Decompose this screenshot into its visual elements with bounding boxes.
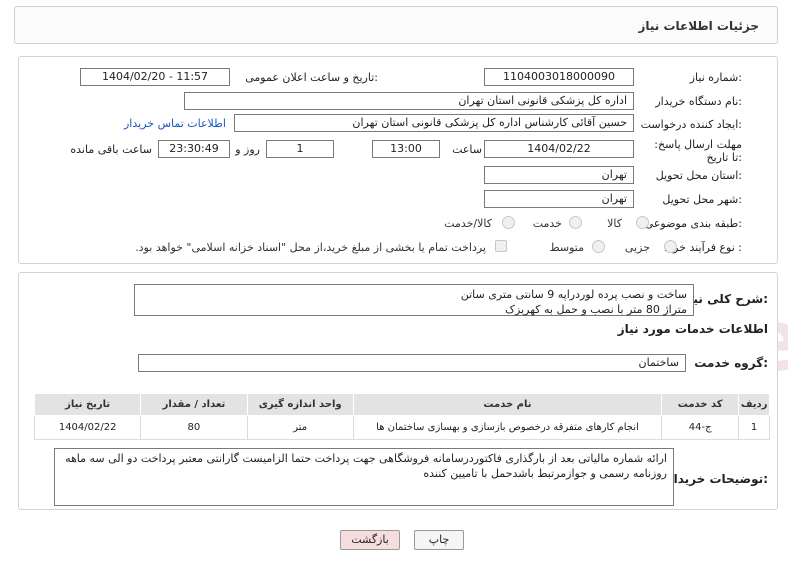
services-heading: اطلاعات خدمات مورد نیاز bbox=[617, 322, 768, 336]
page-header: جزئیات اطلاعات نیاز bbox=[14, 6, 778, 44]
category-label: طبقه بندی موضوعی: bbox=[644, 217, 742, 230]
buyer-notes-label: توضیحات خریدار: bbox=[666, 472, 768, 486]
process-radio-medium[interactable] bbox=[592, 240, 605, 253]
process-radio-minor[interactable] bbox=[664, 240, 677, 253]
cell-unit: متر bbox=[246, 415, 354, 440]
col-service-name: نام خدمت bbox=[352, 393, 663, 416]
deadline-time-field: 13:00 bbox=[372, 140, 440, 158]
need-number-label: شماره نیاز: bbox=[689, 71, 742, 84]
cell-service-code: ج-44 bbox=[661, 415, 740, 440]
back-button[interactable]: بازگشت bbox=[340, 530, 400, 550]
buyer-field: اداره کل پزشکی قانونی استان تهران bbox=[184, 92, 634, 110]
remaining-label: ساعت باقی مانده bbox=[70, 143, 152, 156]
col-quantity: تعداد / مقدار bbox=[140, 393, 248, 416]
deadline-date-field: 1404/02/22 bbox=[484, 140, 634, 158]
category-radio-goods[interactable] bbox=[636, 216, 649, 229]
category-option-goods-service: کالا/خدمت bbox=[444, 217, 492, 230]
city-field: تهران bbox=[484, 190, 634, 208]
deadline-label: مهلت ارسال پاسخ: تا تاریخ: bbox=[654, 138, 742, 164]
col-service-code: کد خدمت bbox=[661, 393, 740, 416]
summary-textarea: ساخت و نصب پرده لوردراپه 9 سانتی متری سا… bbox=[134, 284, 694, 316]
process-option-medium: متوسط bbox=[549, 241, 584, 254]
service-group-label: گروه خدمت: bbox=[694, 356, 768, 370]
creator-field: حسین آقائی کارشناس اداره کل پزشکی قانونی… bbox=[234, 114, 634, 132]
summary-label: شرح کلی نیاز: bbox=[682, 292, 768, 306]
treasury-payment-checkbox[interactable] bbox=[495, 240, 507, 252]
province-label: استان محل تحویل: bbox=[655, 169, 742, 182]
days-label: روز و bbox=[235, 143, 260, 156]
buyer-notes-textarea: ارائه شماره مالیاتی بعد از بارگذاری فاکت… bbox=[54, 448, 674, 506]
need-number-field: 1104003018000090 bbox=[484, 68, 634, 86]
buyer-contact-link[interactable]: اطلاعات تماس خریدار bbox=[124, 117, 226, 130]
treasury-payment-note: پرداخت تمام یا بخشی از مبلغ خرید،از محل … bbox=[135, 241, 486, 254]
announce-datetime-field: 1404/02/20 - 11:57 bbox=[80, 68, 230, 86]
services-table: ردیف کد خدمت نام خدمت واحد اندازه گیری ت… bbox=[33, 393, 770, 440]
category-radio-goods-service[interactable] bbox=[502, 216, 515, 229]
col-unit: واحد اندازه گیری bbox=[246, 393, 354, 416]
cell-need-date: 1404/02/22 bbox=[33, 415, 142, 440]
summary-line-1: ساخت و نصب پرده لوردراپه 9 سانتی متری سا… bbox=[460, 288, 687, 301]
service-group-field: ساختمان bbox=[138, 354, 686, 372]
cell-service-name: انجام کارهای متفرقه درخصوص بازسازی و بهس… bbox=[352, 415, 663, 440]
cell-quantity: 80 bbox=[140, 415, 248, 440]
print-button[interactable]: چاپ bbox=[414, 530, 464, 550]
province-field: تهران bbox=[484, 166, 634, 184]
buyer-label: نام دستگاه خریدار: bbox=[655, 95, 742, 108]
process-option-minor: جزیی bbox=[624, 241, 650, 254]
cell-row-number: 1 bbox=[738, 415, 770, 440]
category-option-goods: کالا bbox=[607, 217, 622, 230]
deadline-time-label: ساعت bbox=[452, 143, 482, 156]
creator-label: ایجاد کننده درخواست: bbox=[640, 118, 742, 131]
category-option-service: خدمت bbox=[532, 217, 562, 230]
announce-label: تاریخ و ساعت اعلان عمومی: bbox=[245, 71, 378, 84]
col-row-number: ردیف bbox=[738, 393, 770, 416]
table-row: 1 ج-44 انجام کارهای متفرقه درخصوص بازساز… bbox=[33, 415, 770, 440]
services-table-header: ردیف کد خدمت نام خدمت واحد اندازه گیری ت… bbox=[33, 393, 770, 416]
remaining-time-field: 23:30:49 bbox=[158, 140, 230, 158]
col-need-date: تاریخ نیاز bbox=[33, 393, 142, 416]
page-title: جزئیات اطلاعات نیاز bbox=[638, 19, 759, 33]
days-field: 1 bbox=[266, 140, 334, 158]
category-radio-service[interactable] bbox=[569, 216, 582, 229]
city-label: شهر محل تحویل: bbox=[662, 193, 742, 206]
summary-line-2: متراژ 80 متر با نصب و حمل به کهریزک bbox=[505, 303, 687, 316]
